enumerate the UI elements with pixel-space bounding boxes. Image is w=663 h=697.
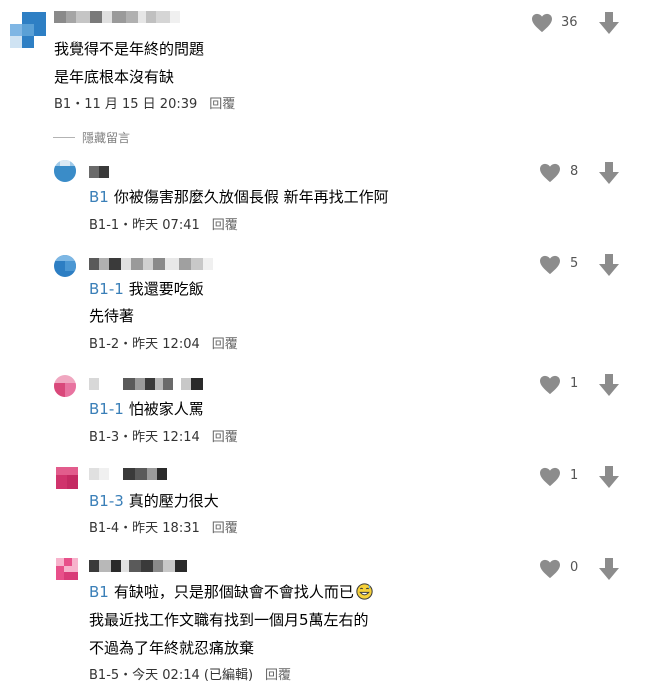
comment-meta: B1・11 月 15 日 20:39 回覆 [54, 97, 236, 112]
username-blurred[interactable] [89, 560, 187, 572]
hidden-replies-toggle[interactable]: 隱藏留言 [53, 128, 130, 146]
like-count: 1 [570, 468, 579, 483]
username-blurred[interactable] [54, 11, 180, 23]
hidden-replies-label: 隱藏留言 [82, 130, 131, 145]
arrow-down-icon[interactable] [599, 374, 619, 396]
arrow-down-icon[interactable] [599, 254, 619, 276]
comment-text-line: B1-1 怕被家人罵 [89, 400, 204, 418]
username-blurred[interactable] [89, 258, 213, 270]
divider [53, 136, 75, 138]
arrow-down-icon[interactable] [599, 12, 619, 34]
grin-sweat-emoji-icon [356, 583, 373, 600]
avatar[interactable] [56, 467, 78, 489]
arrow-down-icon[interactable] [599, 558, 619, 580]
reply-reference-link[interactable]: B1-1 [89, 280, 124, 298]
heart-icon[interactable] [539, 255, 561, 275]
comment-text-line: 我覺得不是年終的問題 [54, 40, 205, 58]
username-blurred[interactable] [89, 166, 109, 178]
comment-text-line: B1 有缺啦，只是那個缺會不會找人而已 [89, 582, 373, 602]
reply-button[interactable]: 回覆 [212, 430, 238, 445]
reply-button[interactable]: 回覆 [212, 218, 238, 233]
like-count: 36 [561, 15, 578, 30]
like-count: 0 [570, 560, 579, 575]
like-count: 1 [570, 376, 579, 391]
comment-text-line: B1-1 我還要吃飯 [89, 280, 204, 298]
avatar[interactable] [54, 255, 76, 277]
username-blurred[interactable] [89, 468, 167, 480]
arrow-down-icon[interactable] [599, 466, 619, 488]
like-count: 8 [570, 164, 579, 179]
heart-icon[interactable] [539, 375, 561, 395]
avatar[interactable] [54, 160, 76, 182]
comment-text-line: 我最近找工作文職有找到一個月5萬左右的 [89, 611, 369, 629]
heart-icon[interactable] [539, 467, 561, 487]
reply-button[interactable]: 回覆 [212, 337, 238, 352]
reply-reference-link[interactable]: B1-3 [89, 492, 124, 510]
avatar[interactable] [10, 12, 46, 48]
avatar[interactable] [54, 375, 76, 397]
avatar[interactable] [56, 558, 78, 580]
username-blurred[interactable] [89, 378, 203, 390]
reply-button[interactable]: 回覆 [212, 521, 238, 536]
heart-icon[interactable] [539, 163, 561, 183]
reply-reference-link[interactable]: B1 [89, 188, 109, 206]
comment-text-line: B1-3 真的壓力很大 [89, 492, 219, 510]
reply-reference-link[interactable]: B1-1 [89, 400, 124, 418]
heart-icon[interactable] [531, 13, 553, 33]
comment-meta: B1-3・昨天 12:14 回覆 [89, 430, 238, 445]
reply-button[interactable]: 回覆 [209, 97, 235, 112]
comment-meta: B1-1・昨天 07:41 回覆 [89, 218, 238, 233]
reply-button[interactable]: 回覆 [265, 668, 291, 683]
arrow-down-icon[interactable] [599, 162, 619, 184]
comment-text-line: B1 你被傷害那麼久放個長假 新年再找工作阿 [89, 188, 389, 206]
like-count: 5 [570, 256, 579, 271]
comment-text-line: 先待著 [89, 307, 135, 325]
reply-reference-link[interactable]: B1 [89, 583, 109, 601]
comment-text-line: 不過為了年終就忍痛放棄 [89, 639, 255, 657]
comment-meta: B1-2・昨天 12:04 回覆 [89, 337, 238, 352]
comment-meta: B1-5・今天 02:14 (已編輯) 回覆 [89, 668, 292, 683]
comment-text-line: 是年底根本沒有缺 [54, 68, 175, 86]
heart-icon[interactable] [539, 559, 561, 579]
comment-meta: B1-4・昨天 18:31 回覆 [89, 521, 238, 536]
